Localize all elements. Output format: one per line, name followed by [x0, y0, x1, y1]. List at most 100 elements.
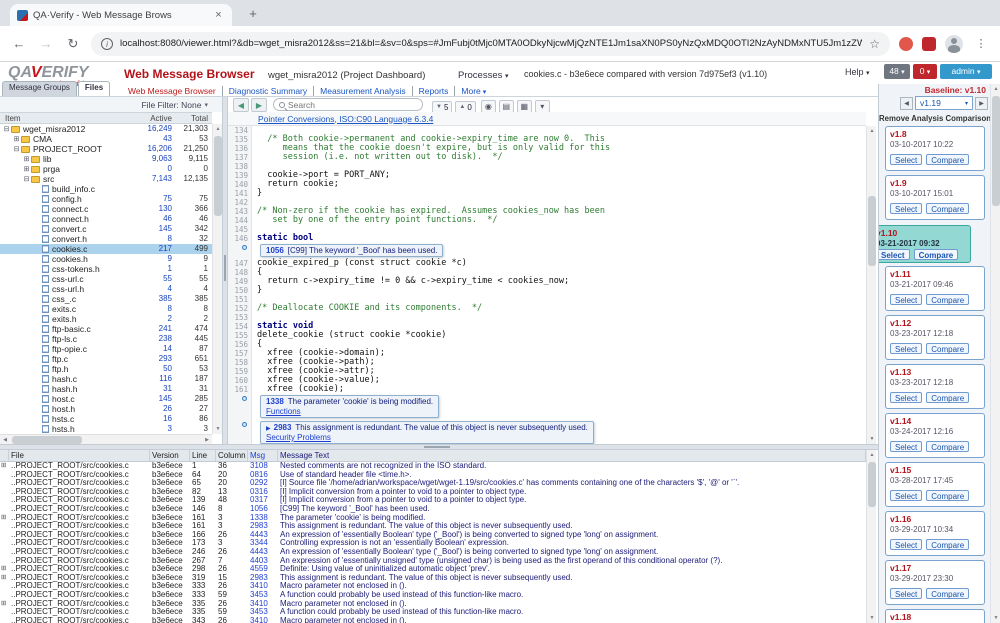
compare-button[interactable]: Compare: [926, 203, 969, 214]
tree-item-ftp-opie-c[interactable]: ftp-opie.c1487: [0, 344, 212, 354]
scroll-thumb[interactable]: [868, 196, 876, 266]
message-row[interactable]: ..PROJECT_ROOT/src/cookies.cb3e6ece33326…: [0, 582, 866, 591]
tab-message-groups[interactable]: Message Groups: [2, 81, 77, 96]
scroll-thumb[interactable]: [992, 96, 1000, 206]
compare-button[interactable]: Compare: [926, 343, 969, 354]
compare-button[interactable]: Compare: [926, 154, 969, 165]
compare-button[interactable]: Compare: [926, 588, 969, 599]
help-dropdown[interactable]: Help ▾: [845, 67, 870, 77]
list-view-button[interactable]: ▦: [517, 100, 532, 113]
cell-msg-number[interactable]: 2983: [248, 522, 278, 531]
compare-button[interactable]: Compare: [926, 539, 969, 550]
site-info-icon[interactable]: i: [101, 38, 113, 50]
extension-icon[interactable]: [899, 37, 913, 51]
cell-msg-number[interactable]: 3410: [248, 617, 278, 623]
browser-menu-icon[interactable]: ⋮: [972, 37, 990, 50]
message-row[interactable]: ..PROJECT_ROOT/src/cookies.cb3e6ece16132…: [0, 522, 866, 531]
next-message-button[interactable]: ▶: [251, 98, 267, 112]
message-row[interactable]: ..PROJECT_ROOT/src/cookies.cb3e6ece13948…: [0, 496, 866, 505]
compare-button[interactable]: Compare: [926, 294, 969, 305]
scroll-thumb[interactable]: [868, 462, 876, 507]
select-button[interactable]: Select: [890, 203, 922, 214]
tree-item-cookies-h[interactable]: cookies.h99: [0, 254, 212, 264]
tree-item-ftp-h[interactable]: ftp.h5053: [0, 364, 212, 374]
message-row[interactable]: ⊞..PROJECT_ROOT/src/cookies.cb3e6ece3352…: [0, 600, 866, 609]
prev-message-button[interactable]: ◀: [233, 98, 249, 112]
tree-item-css-url-h[interactable]: css-url.h44: [0, 284, 212, 294]
scroll-down-icon[interactable]: ▼: [991, 613, 1000, 623]
tree-item-host-c[interactable]: host.c145285: [0, 394, 212, 404]
profile-avatar[interactable]: [945, 35, 963, 53]
message-id[interactable]: 2983: [274, 423, 292, 432]
message-row[interactable]: ..PROJECT_ROOT/src/cookies.cb3e6ece33359…: [0, 591, 866, 600]
more-options-button[interactable]: ▾: [535, 100, 550, 113]
cell-msg-number[interactable]: 2983: [248, 574, 278, 583]
select-button[interactable]: Select: [890, 539, 922, 550]
select-button[interactable]: Select: [890, 490, 922, 501]
inline-message-1056[interactable]: 1056[C99] The keyword '_Bool' has been u…: [260, 244, 443, 257]
cell-msg-number[interactable]: 0316: [248, 488, 278, 497]
message-row[interactable]: ..PROJECT_ROOT/src/cookies.cb3e6ece34326…: [0, 617, 866, 623]
scroll-thumb[interactable]: [12, 436, 82, 444]
message-id[interactable]: 1056: [266, 246, 284, 255]
select-button[interactable]: Select: [890, 588, 922, 599]
select-button[interactable]: Select: [890, 154, 922, 165]
tree-item-connect-h[interactable]: connect.h4646: [0, 214, 212, 224]
select-button[interactable]: Select: [890, 343, 922, 354]
scroll-up-icon[interactable]: ▲: [867, 450, 877, 460]
cell-msg-number[interactable]: 0317: [248, 496, 278, 505]
panel-scrollbar[interactable]: ▲ ▼: [990, 84, 1000, 623]
tree-item-ftp-ls-c[interactable]: ftp-ls.c238445: [0, 334, 212, 344]
alert-badge[interactable]: 0 ▾: [913, 64, 937, 79]
inline-message-2983[interactable]: ▶2983This assignment is redundant. The v…: [260, 421, 594, 444]
tree-item-css-url-c[interactable]: css-url.c5555: [0, 274, 212, 284]
bookmark-star-icon[interactable]: ☆: [869, 37, 880, 51]
cell-msg-number[interactable]: 3344: [248, 539, 278, 548]
message-row[interactable]: ..PROJECT_ROOT/src/cookies.cb3e6ece26774…: [0, 557, 866, 566]
search-input[interactable]: [288, 100, 417, 110]
forward-button[interactable]: →: [37, 36, 55, 51]
cell-msg-number[interactable]: 3108: [248, 462, 278, 471]
collapse-icon[interactable]: ⊟: [22, 175, 31, 184]
select-button[interactable]: Select: [890, 441, 922, 452]
scroll-down-icon[interactable]: ▼: [867, 434, 877, 444]
message-row[interactable]: ..PROJECT_ROOT/src/cookies.cb3e6ece82130…: [0, 488, 866, 497]
tree-item-exits-h[interactable]: exits.h22: [0, 314, 212, 324]
row-expand-icon[interactable]: ⊞: [0, 565, 9, 574]
address-bar[interactable]: i localhost:8080/viewer.html?&db=wget_mi…: [91, 32, 890, 56]
tree-item-hsts-c[interactable]: hsts.c1686: [0, 414, 212, 424]
tree-scrollbar[interactable]: ▲ ▼: [212, 124, 222, 434]
menu-web-message-browser[interactable]: Web Message Browser: [122, 86, 223, 96]
cell-msg-number[interactable]: 3453: [248, 591, 278, 600]
message-group-link[interactable]: Functions: [266, 407, 433, 416]
scroll-up-icon[interactable]: ▲: [991, 84, 1000, 94]
row-expand-icon[interactable]: ⊞: [0, 600, 9, 609]
expand-icon[interactable]: ⊞: [22, 165, 31, 174]
tree-item-css-c[interactable]: css_.c385385: [0, 294, 212, 304]
tree-item-hash-h[interactable]: hash.h3131: [0, 384, 212, 394]
column-header-message-text[interactable]: Message Text: [278, 450, 866, 461]
tree-item-host-h[interactable]: host.h2627: [0, 404, 212, 414]
tree-item-build-info-c[interactable]: build_info.c: [0, 184, 212, 194]
message-row[interactable]: ..PROJECT_ROOT/src/cookies.cb3e6ece14681…: [0, 505, 866, 514]
select-button[interactable]: Select: [879, 249, 910, 260]
message-id[interactable]: 1338: [266, 397, 284, 406]
cell-msg-number[interactable]: 1338: [248, 514, 278, 523]
compare-button[interactable]: Compare: [926, 392, 969, 403]
prev-version-button[interactable]: ◀: [900, 97, 913, 110]
tree-item-ftp-basic-c[interactable]: ftp-basic.c241474: [0, 324, 212, 334]
panel-title[interactable]: Remove Analysis Comparison: [879, 114, 991, 123]
tree-item-config-h[interactable]: config.h7575: [0, 194, 212, 204]
inline-message-1338[interactable]: 1338The parameter 'cookie' is being modi…: [260, 395, 439, 418]
file-filter[interactable]: File Filter: None ▾: [0, 97, 222, 112]
cell-msg-number[interactable]: 3410: [248, 582, 278, 591]
cell-msg-number[interactable]: 4443: [248, 548, 278, 557]
menu-diagnostic-summary[interactable]: Diagnostic Summary: [223, 86, 314, 96]
tree-item-prga[interactable]: ⊞prga00: [0, 164, 212, 174]
message-group-link[interactable]: Security Problems: [266, 433, 588, 442]
scroll-down-icon[interactable]: ▼: [867, 613, 877, 623]
tree-item-lib[interactable]: ⊞lib9,0639,115: [0, 154, 212, 164]
column-header-version[interactable]: Version: [150, 450, 190, 461]
extension-icon-2[interactable]: [922, 37, 936, 51]
tree-item-ftp-c[interactable]: ftp.c293651: [0, 354, 212, 364]
